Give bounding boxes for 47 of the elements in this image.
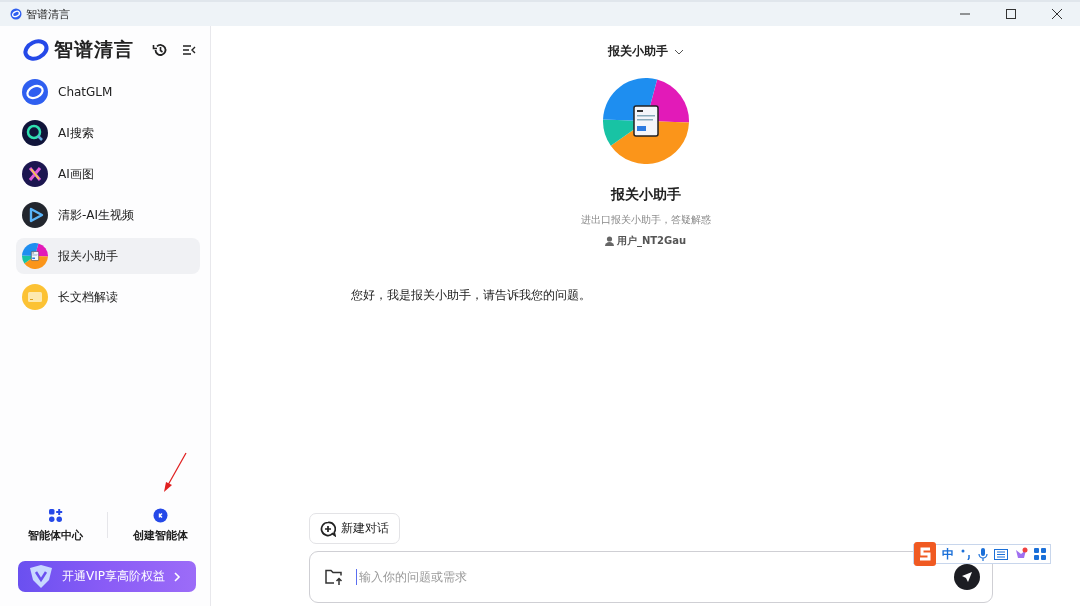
skin-icon[interactable] — [1014, 547, 1028, 561]
pie-avatar-icon — [22, 243, 48, 269]
input-field[interactable]: 输入你的问题或需求 — [356, 569, 942, 585]
toolbox-icon[interactable] — [1034, 548, 1046, 560]
grid-icon — [48, 507, 64, 523]
sidebar-item[interactable]: AI画图 — [16, 156, 200, 192]
footer-action[interactable]: 智能体中心 — [28, 507, 84, 543]
annotation-arrow — [164, 452, 187, 492]
agent-author: 用户_NT2Gau — [616, 234, 687, 248]
ring-logo-icon — [22, 79, 48, 105]
punctuation-icon[interactable] — [960, 548, 972, 560]
user-icon — [604, 236, 614, 246]
cross-logo-icon — [22, 161, 48, 187]
agent-selector[interactable]: 报关小助手 — [603, 39, 688, 64]
agent-avatar-icon — [602, 78, 689, 164]
send-button[interactable] — [954, 564, 980, 590]
shield-logo-icon — [28, 563, 54, 590]
chevron-down-icon — [673, 48, 684, 55]
sidebar-item[interactable]: 长文档解读 — [16, 279, 200, 315]
sidebar-item[interactable]: ChatGLM — [16, 74, 200, 110]
new-chat-icon — [320, 520, 336, 537]
folder-icon — [22, 284, 48, 310]
assistant-message: 您好，我是报关小助手，请告诉我您的问题。 — [351, 287, 592, 304]
sidebar-item[interactable]: AI搜索 — [16, 115, 200, 151]
app-logo-icon — [10, 8, 22, 20]
footer-action[interactable]: 创建智能体 — [132, 507, 188, 543]
new-chat-button[interactable]: 新建对话 — [309, 513, 400, 544]
close-icon — [1050, 8, 1064, 20]
send-icon — [961, 571, 973, 583]
agent-description: 进出口报关小助手，答疑解惑 — [580, 213, 711, 227]
chevron-right-icon — [173, 571, 181, 582]
brand-logo-icon — [22, 38, 50, 62]
window-title: 智谱清言 — [26, 6, 70, 22]
agent-name: 报关小助手 — [610, 186, 681, 204]
robot-face-icon — [152, 507, 168, 523]
sidebar-item[interactable]: 清影-AI生视频 — [16, 197, 200, 233]
collapse-icon[interactable] — [182, 44, 196, 56]
microphone-icon[interactable] — [978, 547, 988, 561]
brand-name: 智谱清言 — [54, 37, 134, 62]
sidebar-item[interactable]: 报关小助手 — [16, 238, 200, 274]
maximize-icon — [1004, 8, 1018, 20]
magnifier-icon — [22, 120, 48, 146]
play-icon — [22, 202, 48, 228]
upload-folder-icon[interactable] — [324, 568, 344, 586]
keyboard-icon[interactable] — [994, 548, 1008, 560]
history-icon[interactable] — [152, 42, 168, 58]
vip-banner[interactable]: 开通VIP享高阶权益 — [18, 561, 196, 592]
